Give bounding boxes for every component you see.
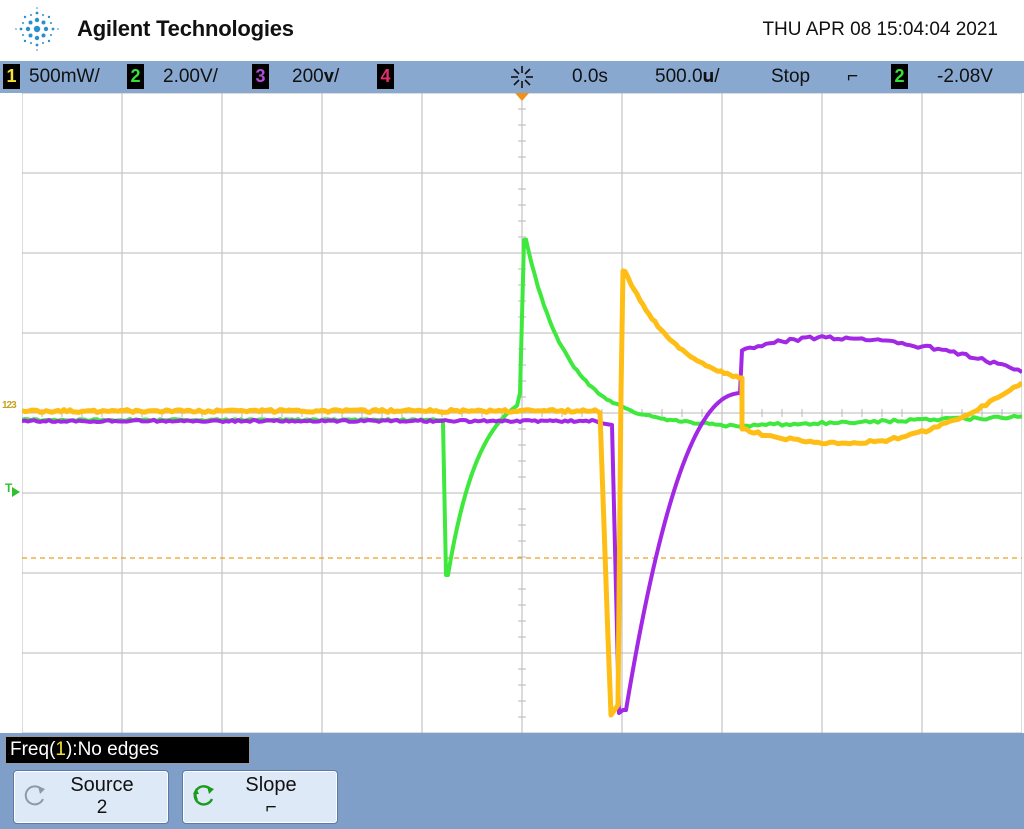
ch2-badge[interactable]: 2: [127, 64, 144, 89]
agilent-spark-icon: [14, 6, 60, 52]
marker-strip: 123 T: [0, 93, 22, 733]
slope-softkey-title: Slope: [183, 774, 337, 797]
slope-softkey-value: ⌐: [183, 797, 337, 819]
trigger-level[interactable]: -2.08V: [937, 65, 993, 89]
time-delay[interactable]: 0.0s: [572, 65, 608, 89]
trigger-slope-symbol: ⌐: [847, 65, 858, 89]
source-softkey-value: 2: [14, 797, 168, 819]
source-softkey[interactable]: Source 2: [13, 770, 169, 824]
channel-level-markers[interactable]: 123: [2, 401, 16, 411]
brand-name: Agilent Technologies: [77, 16, 294, 42]
source-softkey-title: Source: [14, 774, 168, 797]
waveform-display[interactable]: [22, 93, 1022, 733]
slope-softkey[interactable]: Slope ⌐: [182, 770, 338, 824]
measurement-readout: Freq(1):No edges: [5, 736, 250, 764]
softkey-panel: Freq(1):No edges Source 2 Slope ⌐: [0, 733, 1024, 829]
measurement-channel: 1: [55, 739, 66, 760]
ch3-scale[interactable]: 200𝐯/: [292, 65, 339, 89]
waveform-graticule: [22, 93, 1022, 733]
ch3-badge[interactable]: 3: [252, 64, 269, 89]
ch1-scale[interactable]: 500mW/: [29, 65, 100, 89]
status-bar: 1 500mW/ 2 2.00V/ 3 200𝐯/ 4 0.0s 500.0𝐮/…: [0, 61, 1024, 93]
ch2-scale[interactable]: 2.00V/: [163, 65, 218, 89]
measurement-suffix: ):No edges: [66, 739, 159, 760]
trigger-source-badge[interactable]: 2: [891, 64, 908, 89]
trigger-burst-icon: [509, 65, 535, 89]
trigger-arrow-icon: [12, 487, 20, 497]
datetime: THU APR 08 15:04:04 2021: [762, 19, 998, 41]
header: Agilent Technologies THU APR 08 15:04:04…: [0, 0, 1024, 61]
run-state: Stop: [771, 65, 810, 89]
ch4-badge[interactable]: 4: [377, 64, 394, 89]
time-scale[interactable]: 500.0𝐮/: [655, 65, 719, 89]
measurement-prefix: Freq(: [10, 739, 55, 760]
ch1-badge[interactable]: 1: [3, 64, 20, 89]
